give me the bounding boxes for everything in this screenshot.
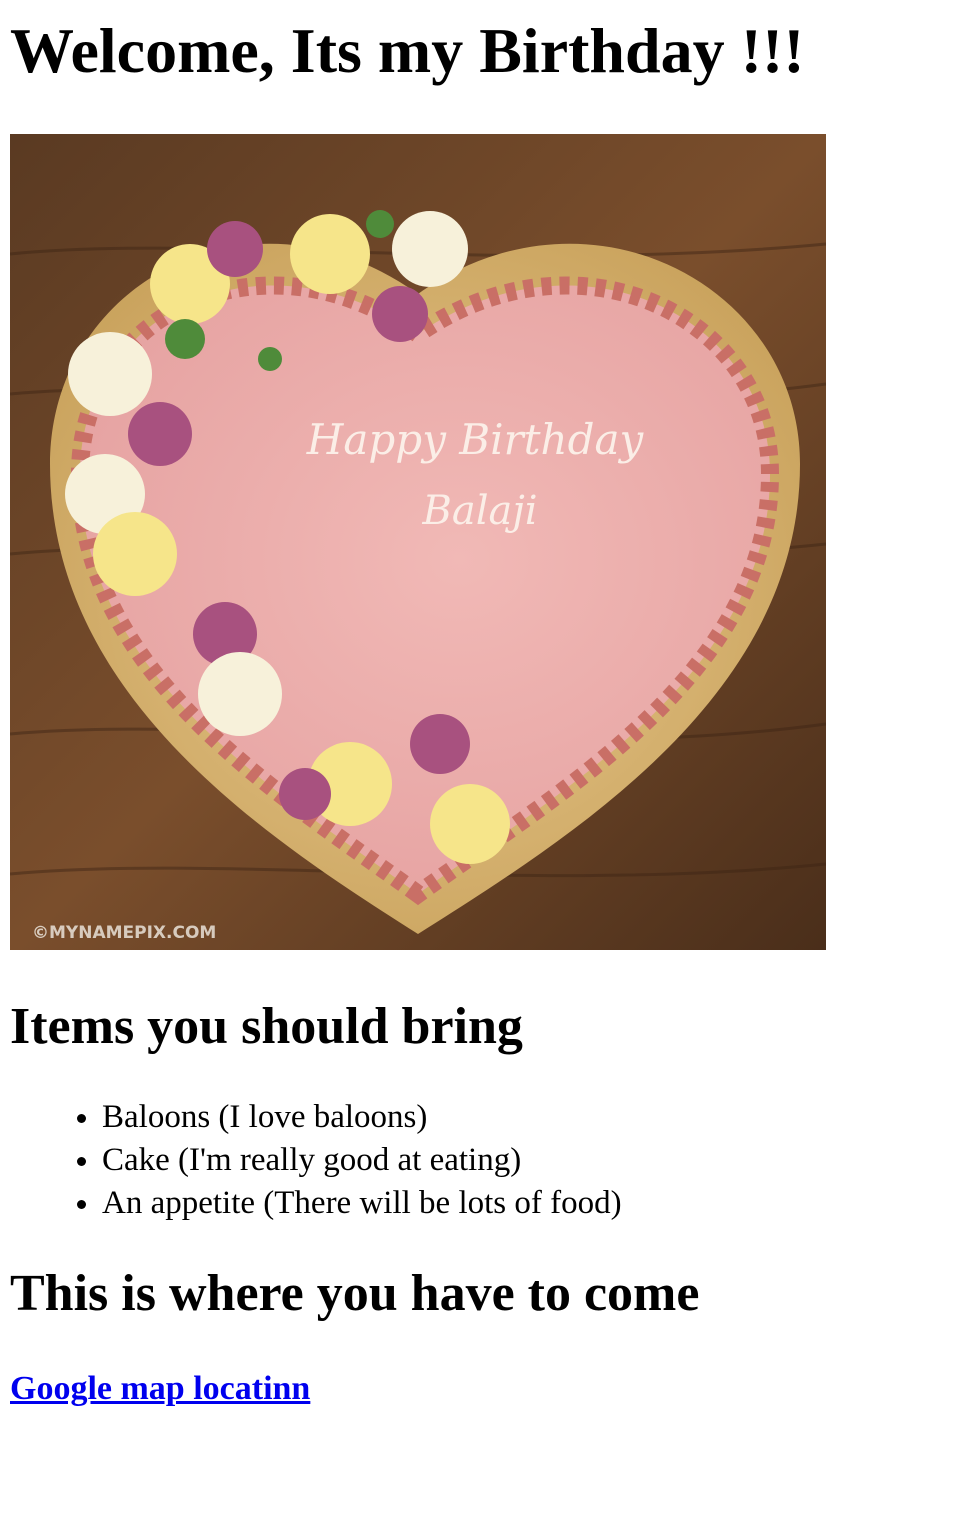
cake-text-line1: Happy Birthday: [306, 415, 645, 464]
google-map-link[interactable]: Google map locatinn: [10, 1370, 310, 1408]
items-heading: Items you should bring: [10, 998, 523, 1056]
list-item: Baloons (I love baloons): [102, 1096, 946, 1139]
location-heading: This is where you have to come: [10, 1264, 700, 1322]
birthday-cake-image: Happy Birthday Balaji ©MYNAMEPIX.COM: [10, 134, 826, 951]
cake-text-line2: Balaji: [421, 488, 537, 534]
page: Welcome, Its my Birthday !!! Happy Birth…: [0, 15, 956, 1408]
list-item: An appetite (There will be lots of food): [102, 1182, 946, 1225]
page-title: Welcome, Its my Birthday !!!: [10, 15, 805, 86]
watermark-text: ©MYNAMEPIX.COM: [32, 923, 216, 943]
items-list: Baloons (I love baloons) Cake (I'm reall…: [10, 1096, 946, 1225]
list-item: Cake (I'm really good at eating): [102, 1139, 946, 1182]
